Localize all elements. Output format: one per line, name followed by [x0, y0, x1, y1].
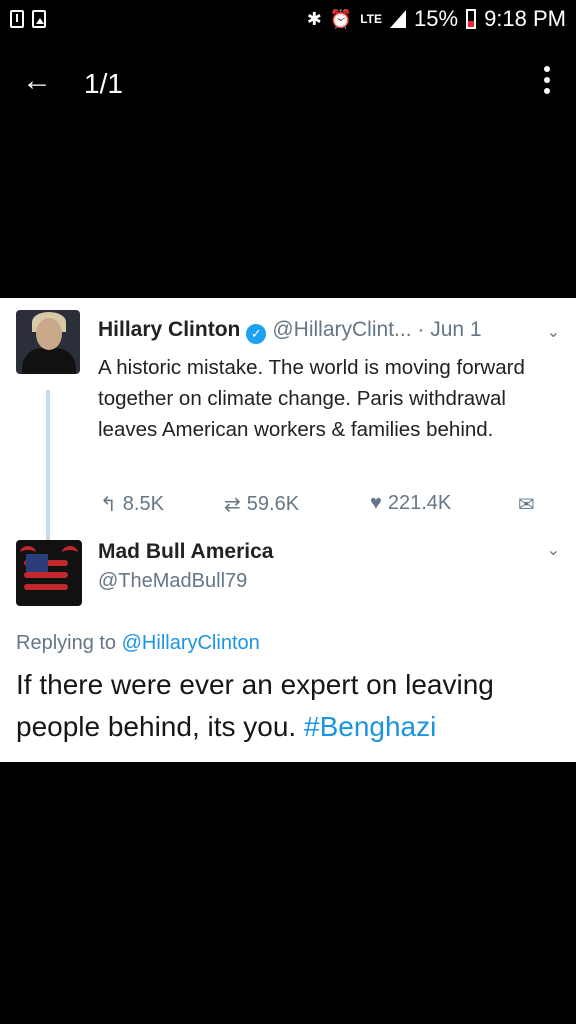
- reply-count: 8.5K: [122, 493, 164, 515]
- author-handle[interactable]: @HillaryClint...: [272, 318, 411, 341]
- like-count: 221.4K: [387, 492, 452, 514]
- system-icons: ✱ ⏰ LTE 15% 9:18 PM: [307, 6, 566, 32]
- like-button[interactable]: ♥ 221.4K: [370, 492, 451, 515]
- bluetooth-icon: ✱: [306, 8, 322, 29]
- notification-icons: [10, 10, 46, 28]
- replying-to: Replying to @HillaryClinton: [16, 632, 260, 655]
- chevron-down-icon[interactable]: ⌄: [547, 540, 560, 560]
- battery-icon: [466, 9, 477, 29]
- more-vert-icon[interactable]: [544, 66, 550, 94]
- retweet-count: 59.6K: [246, 493, 300, 515]
- avatar[interactable]: [16, 540, 82, 606]
- alarm-icon: ⏰: [329, 8, 353, 29]
- tweet-screenshot: Hillary Clinton ✓ @HillaryClint... · Jun 1…: [0, 298, 576, 762]
- reply-mention-link[interactable]: @HillaryClinton: [122, 632, 260, 654]
- message-button[interactable]: ✉: [518, 492, 535, 517]
- reply-button[interactable]: ↰ 8.5K: [100, 492, 164, 517]
- tweet-header: Hillary Clinton ✓ @HillaryClint... · Jun 1: [98, 318, 482, 344]
- tweet-actions: ↰ 8.5K ⇄ 59.6K ♥ 221.4K ✉: [98, 492, 558, 522]
- message-icon: ✉: [518, 494, 535, 516]
- retweet-icon: ⇄: [224, 494, 241, 516]
- image-counter: 1/1: [84, 68, 123, 99]
- alert-icon: [10, 10, 24, 28]
- author-name[interactable]: Hillary Clinton: [98, 318, 240, 341]
- back-arrow-icon[interactable]: ←: [22, 64, 52, 98]
- thread-line: [46, 390, 50, 542]
- avatar[interactable]: [16, 310, 80, 374]
- app-bar: ← 1/1: [0, 58, 576, 108]
- author-name[interactable]: Mad Bull America: [98, 540, 273, 563]
- replying-to-label: Replying to: [16, 632, 117, 654]
- heart-icon: ♥: [370, 492, 382, 514]
- reply-text-block: If there were ever an expert on leaving …: [16, 664, 556, 748]
- tweet-date[interactable]: Jun 1: [430, 318, 481, 341]
- chevron-down-icon[interactable]: ⌄: [547, 322, 560, 342]
- tweet-header: Mad Bull America: [98, 540, 273, 564]
- retweet-button[interactable]: ⇄ 59.6K: [224, 492, 299, 517]
- lte-label: LTE: [360, 12, 383, 26]
- battery-percent: 15%: [414, 6, 459, 31]
- verified-badge-icon: ✓: [246, 324, 267, 344]
- status-bar: ✱ ⏰ LTE 15% 9:18 PM: [0, 0, 576, 40]
- separator: ·: [417, 318, 425, 341]
- reply-icon: ↰: [100, 494, 117, 516]
- clock: 9:18 PM: [484, 6, 566, 31]
- tweet-text: A historic mistake. The world is moving …: [98, 356, 525, 441]
- image-icon: [32, 10, 46, 28]
- author-handle[interactable]: @TheMadBull79: [98, 570, 247, 593]
- hashtag-link[interactable]: #Benghazi: [304, 711, 436, 742]
- signal-icon: [390, 10, 407, 28]
